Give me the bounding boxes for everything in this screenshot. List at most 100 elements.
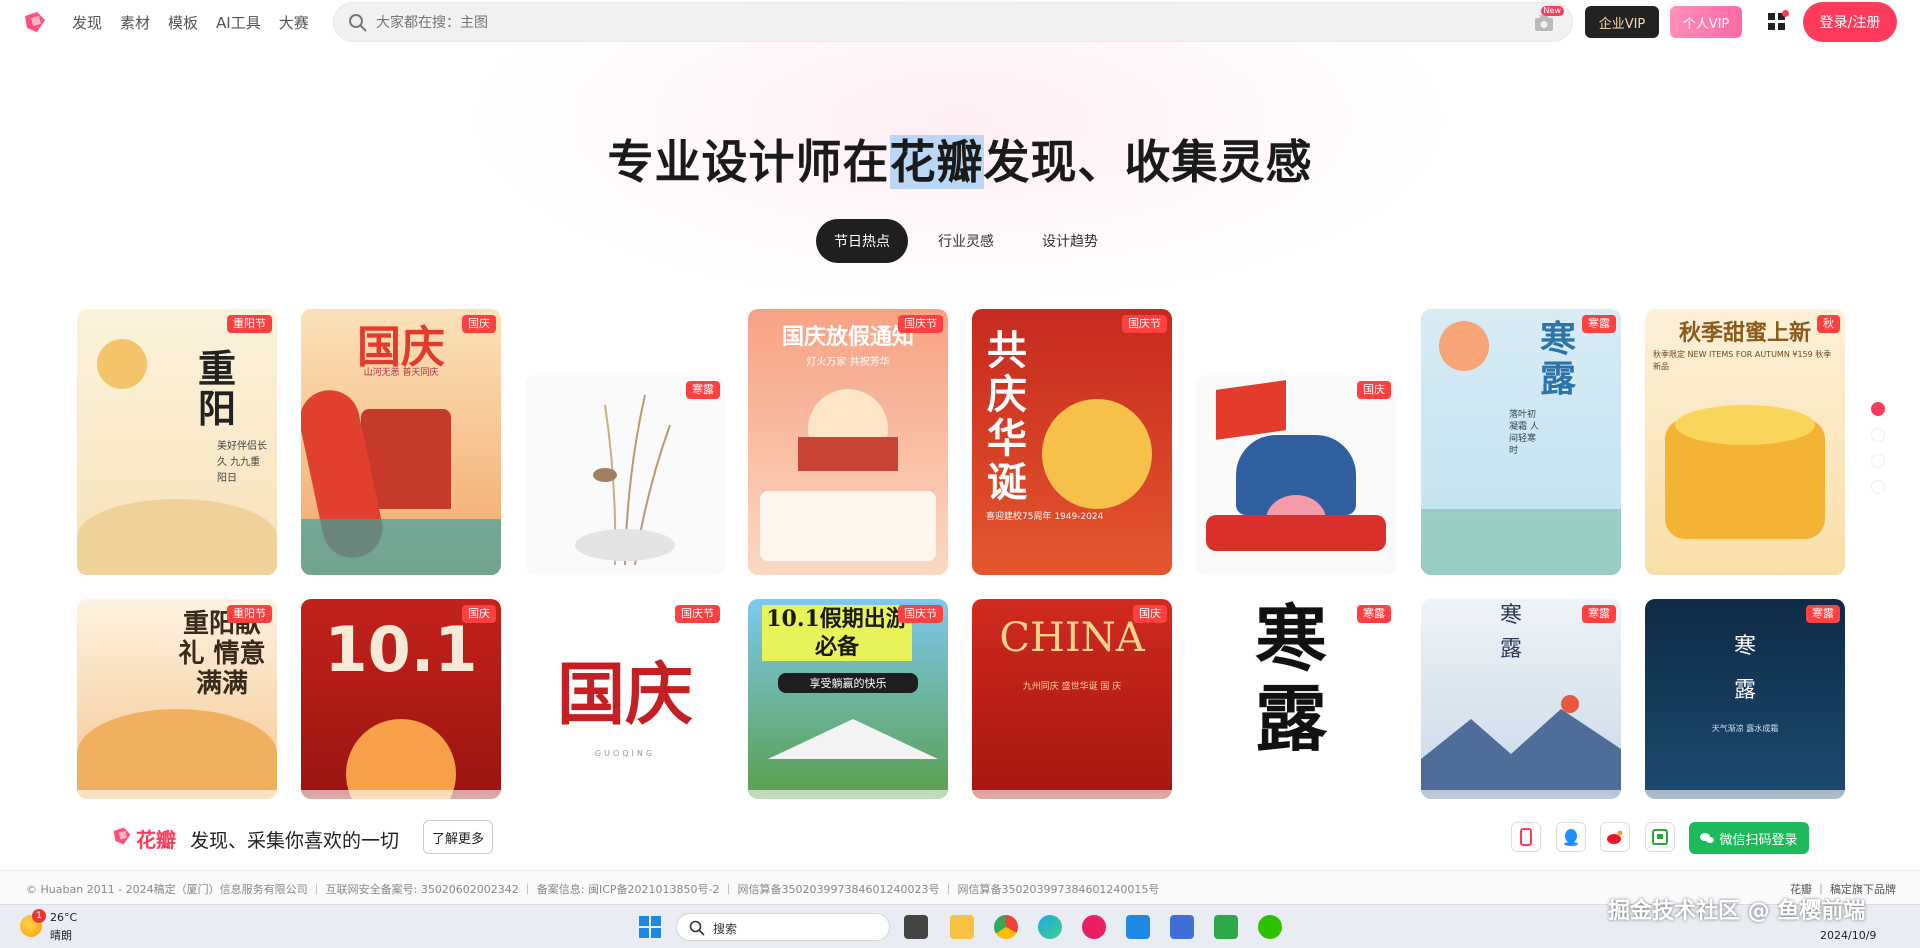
douban-icon: [1652, 829, 1668, 845]
card-art-title: 秋季甜蜜上新: [1678, 320, 1811, 346]
card-2-3[interactable]: 国庆 GUOQING 国庆节: [525, 599, 725, 799]
card-2-8[interactable]: 寒露 天气渐凉 露水成霜 寒露: [1645, 599, 1845, 799]
chrome-icon[interactable]: [994, 915, 1018, 939]
nav-materials[interactable]: 素材: [120, 12, 150, 33]
card-tag: 国庆节: [898, 605, 943, 623]
edge-icon[interactable]: [1038, 915, 1062, 939]
hero-title: 专业设计师在花瓣发现、收集灵感: [0, 126, 1920, 192]
weather-description: 晴朗: [50, 929, 72, 942]
hero-title-part2: 发现、收集灵感: [983, 135, 1313, 189]
nav-templates[interactable]: 模板: [168, 12, 198, 33]
wechat-app-icon[interactable]: [1258, 915, 1282, 939]
taskbar-date[interactable]: 2024/10/9: [1820, 929, 1876, 942]
card-sub-text: 九州同庆 盛世华诞 国 庆: [1022, 682, 1122, 692]
nav-contests[interactable]: 大赛: [279, 12, 309, 33]
search-input[interactable]: [376, 9, 1276, 37]
image-search-camera-icon[interactable]: [1534, 14, 1554, 32]
enterprise-vip-button[interactable]: 企业VIP: [1585, 6, 1659, 38]
wechat-icon: [1700, 833, 1715, 843]
wechat-login-label: 微信扫码登录: [1719, 832, 1798, 848]
card-sub-text: 落叶初凝霜 人间轻寒时: [1509, 410, 1539, 456]
hill-decoration: [77, 709, 277, 799]
hero-tabs: 节日热点 行业灵感 设计趋势: [816, 219, 1116, 263]
weather-badge: 1: [32, 909, 46, 923]
file-explorer-icon[interactable]: [950, 915, 974, 939]
card-tag: 国庆节: [1122, 315, 1167, 333]
personal-vip-button[interactable]: 个人VIP: [1670, 6, 1742, 38]
card-art-title: 10.1: [324, 613, 478, 686]
share-douban-button[interactable]: [1645, 822, 1675, 852]
card-1-5[interactable]: 共庆华诞 喜迎建校75周年 1949-2024 国庆节: [972, 309, 1172, 575]
card-art-title: 重阳: [197, 346, 236, 431]
notepad-icon[interactable]: [1170, 915, 1194, 939]
footer-copyright: © Huaban 2011 - 2024稿定（厦门）信息服务有限公司 ｜ 互联网…: [26, 883, 1160, 896]
card-tag: 寒露: [1357, 605, 1391, 623]
weibo-icon: [1607, 830, 1623, 844]
main-nav: 发现 素材 模板 AI工具 大赛: [72, 12, 309, 33]
card-2-1[interactable]: 重阳献礼 情意满满 重阳节: [77, 599, 277, 799]
qq-icon: [1564, 829, 1578, 846]
tab-industry-inspiration[interactable]: 行业灵感: [920, 219, 1012, 263]
card-art-title: 共庆华诞: [987, 327, 1027, 506]
tab-design-trends[interactable]: 设计趋势: [1024, 219, 1116, 263]
card-tag: 重阳节: [227, 315, 272, 333]
task-view-icon[interactable]: [904, 915, 928, 939]
learn-more-button[interactable]: 了解更多: [423, 820, 493, 854]
login-register-button[interactable]: 登录/注册: [1803, 2, 1897, 42]
taskbar-search[interactable]: 搜索: [676, 913, 890, 941]
card-1-1[interactable]: 重阳 美好伴侣长久 九九重阳日 重阳节: [77, 309, 277, 575]
notification-dot: [1782, 10, 1789, 17]
card-2-6[interactable]: 寒露 寒露: [1196, 599, 1396, 799]
card-tag: 国庆节: [675, 605, 720, 623]
banner-brand: 花瓣: [136, 828, 176, 852]
card-1-7[interactable]: 寒露 落叶初凝霜 人间轻寒时 寒露: [1421, 309, 1621, 575]
card-art-title: 寒露: [1499, 603, 1522, 662]
sun-decoration: [1042, 399, 1152, 509]
card-tag: 寒露: [686, 381, 720, 399]
card-tag: 国庆: [462, 315, 496, 333]
huaban-logo-icon[interactable]: [23, 10, 47, 34]
card-art-title: 国庆: [556, 655, 693, 735]
top-header: 发现 素材 模板 AI工具 大赛 New 企业VIP 个人VIP 登录/注册: [0, 0, 1920, 44]
wechat-login-button[interactable]: 微信扫码登录: [1689, 822, 1809, 854]
windows-start-icon[interactable]: [638, 915, 662, 939]
scroll-dot-1[interactable]: [1871, 402, 1885, 416]
huaban-logo-icon: [113, 827, 131, 845]
new-badge: New: [1540, 6, 1564, 16]
reed-bird-illustration: [575, 394, 675, 565]
share-mobile-button[interactable]: [1511, 822, 1541, 852]
card-2-7[interactable]: 寒露 寒露: [1421, 599, 1621, 799]
card-2-4[interactable]: 10.1假期出游必备 享受躺赢的快乐 国庆节: [748, 599, 948, 799]
card-2-5[interactable]: CHINA 九州同庆 盛世华诞 国 庆 国庆: [972, 599, 1172, 799]
card-1-3[interactable]: 寒露: [525, 375, 725, 575]
nav-discover[interactable]: 发现: [72, 12, 102, 33]
mango-decoration: [1675, 405, 1815, 445]
card-1-2[interactable]: 国庆 山河无恙 普天同庆 国庆: [301, 309, 501, 575]
card-sub-text: 灯火万家 共祝芳华: [806, 357, 890, 368]
scroll-dot-2[interactable]: [1871, 428, 1885, 442]
tab-holiday-hotspot[interactable]: 节日热点: [816, 219, 908, 263]
share-weibo-button[interactable]: [1600, 822, 1630, 852]
flag-decoration: [1216, 380, 1286, 440]
sun-decoration: [1561, 695, 1579, 713]
card-art-title: 寒露: [1254, 599, 1327, 761]
card-sub-text: 喜迎建校75周年 1949-2024: [986, 512, 1104, 522]
netease-music-icon[interactable]: [1082, 915, 1106, 939]
vscode-icon[interactable]: [1126, 915, 1150, 939]
grass-decoration: [1421, 509, 1621, 575]
card-tag: 国庆: [1133, 605, 1167, 623]
share-qq-button[interactable]: [1556, 822, 1586, 852]
card-tag: 寒露: [1806, 605, 1840, 623]
hbuilder-icon[interactable]: [1214, 915, 1238, 939]
search-bar[interactable]: New: [333, 2, 1573, 42]
card-1-6[interactable]: 国庆: [1196, 375, 1396, 575]
scroll-dot-3[interactable]: [1871, 454, 1885, 468]
nav-ai-tools[interactable]: AI工具: [216, 12, 261, 33]
card-1-4[interactable]: 国庆放假通知 灯火万家 共祝芳华 国庆节: [748, 309, 948, 575]
card-tag: 国庆节: [898, 315, 943, 333]
card-art-title: 10.1假期出游必备: [762, 605, 912, 661]
card-2-2[interactable]: 10.1 国庆: [301, 599, 501, 799]
card-tag: 寒露: [1582, 605, 1616, 623]
card-1-8[interactable]: 秋季甜蜜上新 秋季限定 NEW ITEMS FOR AUTUMN ¥159 秋季…: [1645, 309, 1845, 575]
scroll-dot-4[interactable]: [1871, 480, 1885, 494]
